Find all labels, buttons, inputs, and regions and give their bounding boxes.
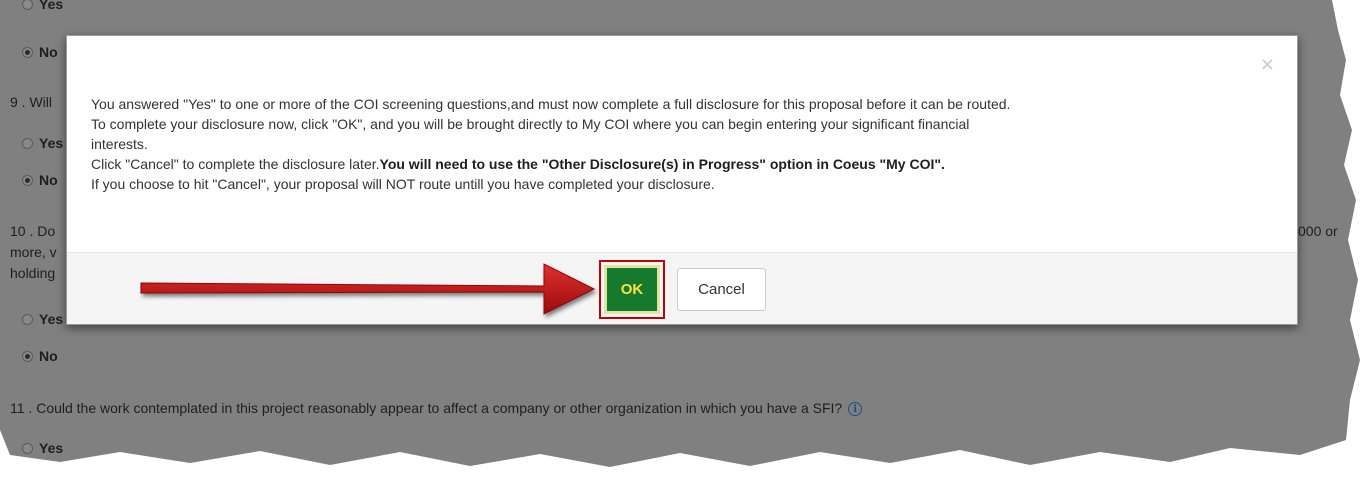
radio-button-selected[interactable]	[22, 175, 33, 186]
coi-disclosure-modal: × You answered "Yes" to one or more of t…	[66, 35, 1298, 325]
option-label: No	[39, 172, 58, 188]
option-label: No	[39, 348, 58, 364]
q11-option-yes[interactable]: Yes	[22, 440, 63, 456]
screenshot-frame: Yes No 9 . Will Yes No 10 . Do more, v h…	[0, 0, 1366, 487]
message-line: interests.	[91, 136, 148, 152]
close-icon[interactable]: ×	[1260, 56, 1275, 74]
q9-option-no[interactable]: No	[22, 172, 58, 188]
option-label: No	[39, 44, 58, 60]
q8-option-no[interactable]: No	[22, 44, 58, 60]
q11-question: 11 . Could the work contemplated in this…	[10, 400, 863, 416]
radio-button-selected[interactable]	[22, 351, 33, 362]
q10-question-line1: 10 . Do	[10, 223, 56, 239]
option-label: Yes	[39, 135, 64, 151]
q10-question-line2: more, v	[10, 244, 57, 260]
message-line: Click "Cancel" to complete the disclosur…	[91, 154, 1273, 174]
modal-message: You answered "Yes" to one or more of the…	[91, 94, 1273, 194]
radio-button[interactable]	[22, 314, 33, 325]
radio-button-selected[interactable]	[22, 47, 33, 58]
q9-question-text: 9 . Will	[10, 94, 52, 110]
q9-option-yes[interactable]: Yes	[22, 135, 63, 151]
cancel-button[interactable]: Cancel	[677, 268, 766, 311]
info-icon[interactable]: i	[848, 402, 863, 416]
option-label: Yes	[39, 311, 64, 327]
q10-question-line3: holding	[10, 265, 56, 281]
message-bold-text: You will need to use the "Other Disclosu…	[379, 156, 945, 172]
message-line: If you choose to hit "Cancel", your prop…	[91, 176, 715, 192]
option-label: Yes	[39, 0, 64, 12]
message-line: You answered "Yes" to one or more of the…	[91, 96, 1011, 112]
message-text: Click "Cancel" to complete the disclosur…	[91, 156, 380, 172]
radio-button[interactable]	[22, 443, 33, 454]
q8-option-yes[interactable]: Yes	[22, 0, 63, 12]
radio-button[interactable]	[22, 138, 33, 149]
q10-option-no[interactable]: No	[22, 348, 58, 364]
q11-question-text: 11 . Could the work contemplated in this…	[10, 400, 843, 416]
option-label: Yes	[39, 440, 64, 456]
radio-button[interactable]	[22, 0, 33, 10]
q10-question-right-fragment: 000 or	[1298, 223, 1338, 239]
ok-button[interactable]: OK	[604, 265, 660, 314]
message-line: To complete your disclosure now, click "…	[91, 116, 970, 132]
q10-option-yes[interactable]: Yes	[22, 311, 63, 327]
